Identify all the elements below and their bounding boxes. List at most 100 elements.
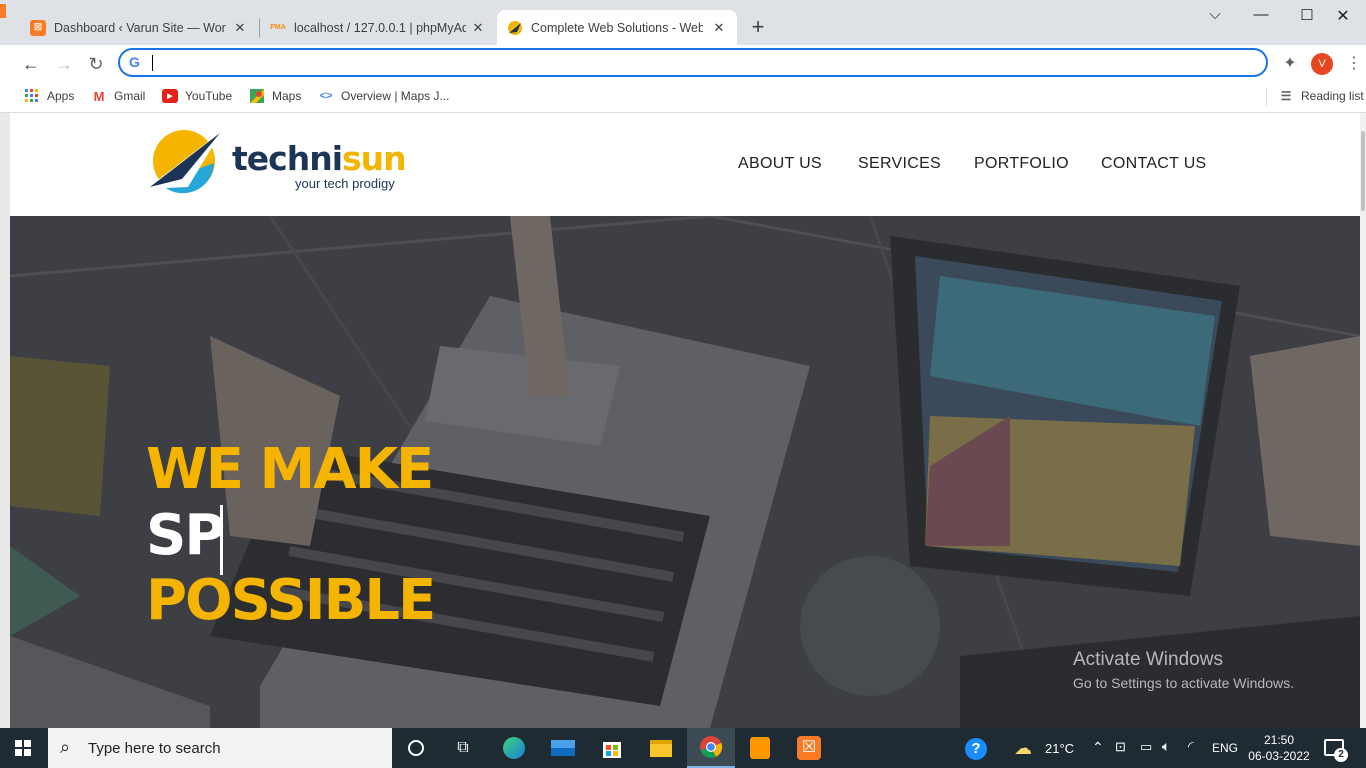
browser-tab-strip: ☒ Dashboard ‹ Varun Site — WordPress ✕ P…	[0, 0, 1366, 45]
tab-title: Dashboard ‹ Varun Site — WordPress	[54, 20, 226, 35]
gmail-icon: M	[93, 88, 105, 104]
tab-phpmyadmin[interactable]: PMA localhost / 127.0.0.1 | phpMyAdmin ✕	[260, 10, 496, 45]
page-viewport: technisun your tech prodigy ABOUT US SER…	[10, 113, 1360, 728]
bookmark-label: Gmail	[114, 89, 146, 103]
xampp-icon: ☒	[30, 19, 46, 36]
volume-icon[interactable]: 🔈︎	[1162, 738, 1170, 755]
clock-time: 21:50	[1263, 733, 1295, 747]
bookmark-label: Apps	[47, 89, 75, 103]
more-menu-icon[interactable]: ⋮	[1341, 51, 1366, 77]
text-cursor	[152, 55, 153, 71]
language-indicator[interactable]: ENG	[1212, 741, 1238, 755]
code-icon: <>	[319, 90, 333, 102]
xampp-window-icon	[0, 4, 6, 18]
left-window-edge	[0, 113, 10, 728]
xampp-taskbar-icon[interactable]: ☒	[786, 728, 832, 768]
tab-title: Complete Web Solutions - Web Design	[531, 20, 703, 35]
windows-taskbar: ⌕ Type here to search ⧉ ☒ ? ☁ 21°C ⌃ ⊡ ▭…	[0, 728, 1366, 768]
maps-icon	[249, 89, 265, 103]
new-tab-button[interactable]: +	[748, 14, 768, 40]
start-button[interactable]	[0, 728, 46, 768]
watermark-title: Activate Windows	[1073, 649, 1223, 670]
minimize-icon[interactable]: —	[1238, 6, 1284, 30]
clock-date: 06-03-2022	[1248, 749, 1310, 763]
profile-avatar[interactable]: V	[1311, 53, 1333, 75]
reload-icon[interactable]: ↻	[83, 51, 109, 77]
site-header: technisun your tech prodigy ABOUT US SER…	[10, 113, 1360, 216]
nav-services[interactable]: SERVICES	[858, 155, 941, 173]
bookmark-apps[interactable]: Apps	[24, 89, 74, 103]
wifi-icon[interactable]: ◜	[1188, 738, 1193, 755]
bookmark-label: Maps	[272, 89, 302, 103]
notification-badge: 2	[1334, 748, 1348, 762]
back-icon[interactable]: ←	[18, 51, 44, 77]
watermark-subtitle: Go to Settings to activate Windows.	[1073, 675, 1294, 691]
bookmark-overview-maps[interactable]: <> Overview | Maps J...	[318, 89, 450, 103]
tab-technisun[interactable]: Complete Web Solutions - Web Design ✕	[497, 10, 737, 45]
mail-icon[interactable]	[540, 728, 586, 768]
technisun-icon	[507, 20, 523, 36]
reading-list-icon: ☰	[1280, 89, 1292, 103]
show-hidden-icons-icon[interactable]: ⌃	[1092, 739, 1104, 756]
chrome-taskbar-icon[interactable]	[687, 728, 735, 768]
activate-windows-watermark: Activate Windows Go to Settings to activ…	[1073, 649, 1294, 691]
forward-icon[interactable]: →	[51, 51, 77, 77]
extensions-icon[interactable]: ✦	[1277, 51, 1303, 77]
search-icon: ⌕	[60, 737, 71, 757]
logo-name-accent: sun	[342, 139, 407, 178]
weather-temperature[interactable]: 21°C	[1045, 741, 1074, 756]
close-tab-icon[interactable]: ✕	[711, 20, 727, 36]
browser-toolbar: ← → ↻ G ✦ V ⋮	[0, 45, 1366, 82]
bookmark-gmail[interactable]: M Gmail	[91, 88, 146, 104]
google-g-icon: G	[129, 54, 140, 70]
bookmark-label: YouTube	[185, 89, 233, 103]
tab-wordpress-dashboard[interactable]: ☒ Dashboard ‹ Varun Site — WordPress ✕	[20, 10, 258, 45]
logo-name: techni	[232, 139, 343, 178]
clock[interactable]: 21:50 06-03-2022	[1248, 732, 1310, 764]
meet-now-icon[interactable]: ⊡	[1115, 739, 1126, 755]
edge-icon[interactable]	[491, 728, 537, 768]
taskbar-search-box[interactable]: ⌕ Type here to search	[48, 728, 392, 768]
bookmarks-divider	[1266, 88, 1267, 106]
windows-logo-icon	[15, 740, 31, 756]
reading-list-button[interactable]: ☰ Reading list	[1278, 89, 1364, 103]
bookmark-label: Overview | Maps J...	[341, 89, 450, 103]
profile-initial: V	[1318, 58, 1326, 70]
sublime-text-icon[interactable]	[737, 728, 783, 768]
tab-search-icon[interactable]: ⌵	[1192, 6, 1238, 30]
site-logo[interactable]: technisun your tech prodigy	[146, 127, 407, 199]
scrollbar-thumb[interactable]	[1361, 131, 1365, 211]
help-icon[interactable]: ?	[965, 738, 987, 760]
taskbar-search-placeholder[interactable]: Type here to search	[88, 740, 221, 757]
nav-contact-us[interactable]: CONTACT US	[1101, 155, 1207, 173]
bookmark-maps[interactable]: Maps	[249, 89, 301, 103]
battery-icon[interactable]: ▭	[1140, 739, 1152, 755]
phpmyadmin-icon: PMA	[270, 24, 286, 31]
hero-line-1: WE MAKE	[146, 437, 434, 502]
bookmark-youtube[interactable]: ▶ YouTube	[162, 89, 232, 103]
technisun-logo-icon	[146, 130, 222, 194]
file-explorer-icon[interactable]	[638, 728, 684, 768]
tab-title: localhost / 127.0.0.1 | phpMyAdmin	[294, 20, 466, 35]
hero-section: WE MAKE SP POSSIBLE Activate Windows Go …	[10, 216, 1360, 728]
address-bar[interactable]: G	[118, 48, 1268, 77]
close-tab-icon[interactable]: ✕	[470, 20, 486, 36]
hero-line-2: SP	[146, 503, 225, 568]
nav-portfolio[interactable]: PORTFOLIO	[974, 155, 1069, 173]
close-window-icon[interactable]: ✕	[1320, 6, 1366, 30]
weather-icon[interactable]: ☁	[1014, 738, 1032, 759]
logo-wordmark: technisun	[232, 139, 407, 178]
close-tab-icon[interactable]: ✕	[232, 20, 248, 36]
bookmarks-bar: Apps M Gmail ▶ YouTube Maps <> Overview …	[0, 82, 1366, 113]
microsoft-store-icon[interactable]	[589, 728, 635, 768]
youtube-icon: ▶	[162, 89, 178, 103]
page-scrollbar[interactable]	[1360, 113, 1366, 728]
typing-cursor	[220, 505, 223, 575]
hero-line-3: POSSIBLE	[146, 568, 436, 633]
cortana-icon[interactable]	[393, 728, 439, 768]
logo-tagline: your tech prodigy	[295, 176, 395, 191]
task-view-icon[interactable]: ⧉	[440, 728, 486, 768]
reading-list-label: Reading list	[1301, 89, 1364, 103]
nav-about-us[interactable]: ABOUT US	[738, 155, 822, 173]
apps-grid-icon	[24, 89, 40, 103]
